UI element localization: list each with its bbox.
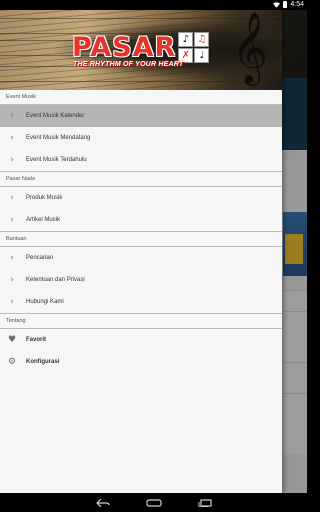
navigation-drawer: 𝄞 PASAR ♪ ♫ ✗ ♩ THE RHYTHM OF YOUR HEART… (0, 10, 282, 493)
chevron-right-icon: › (10, 155, 14, 165)
menu-item-ketentuan-dan-privasi[interactable]: › Ketentuan dan Privasi (0, 269, 282, 291)
chevron-right-icon: › (10, 133, 14, 143)
menu-item-label: Favorit (26, 337, 47, 343)
chevron-right-icon: › (10, 253, 14, 263)
menu-item-produk-musik[interactable]: › Produk Musik (0, 187, 282, 209)
music-note-icon: ♫ (194, 32, 210, 47)
heart-icon: ♥ (7, 335, 17, 345)
menu-item-label: Event Musik Terdahulu (26, 157, 87, 163)
home-icon[interactable] (145, 498, 162, 507)
drawer-banner: 𝄞 PASAR ♪ ♫ ✗ ♩ THE RHYTHM OF YOUR HEART (0, 10, 282, 90)
system-navigation-bar (0, 493, 307, 512)
menu-item-favorit[interactable]: ♥ Favorit (0, 329, 282, 351)
menu-item-label: Hubungi Kami (26, 299, 64, 305)
treble-clef-icon: 𝄞 (231, 10, 268, 83)
chevron-right-icon: › (10, 275, 14, 285)
chevron-right-icon: › (10, 111, 14, 121)
menu-item-label: Produk Musik (26, 195, 63, 201)
section-header-tentang: Tentang (0, 313, 282, 329)
menu-item-label: Ketentuan dan Privasi (26, 277, 85, 283)
logo-note-tiles: ♪ ♫ ✗ ♩ (178, 32, 210, 63)
menu-item-label: Event Musik Kalender (26, 113, 85, 119)
battery-icon (283, 1, 288, 8)
logo-tagline: THE RHYTHM OF YOUR HEART (73, 61, 184, 68)
gear-icon: ⚙ (7, 357, 17, 367)
menu-item-event-musik-terdahulu[interactable]: › Event Musik Terdahulu (0, 149, 282, 171)
back-icon[interactable] (95, 498, 110, 507)
menu-item-label: Event Musik Mendatang (26, 135, 91, 141)
logo-word: PASAR (72, 32, 177, 63)
section-header-pasar-nada: Pasar Nada (0, 171, 282, 187)
recents-icon[interactable] (198, 498, 212, 507)
menu-item-konfigurasi[interactable]: ⚙ Konfigurasi (0, 351, 282, 373)
menu-item-label: Konfigurasi (26, 359, 60, 365)
menu-item-hubungi-kami[interactable]: › Hubungi Kami (0, 291, 282, 313)
clock: 4:54 (290, 1, 304, 8)
wifi-icon (273, 1, 281, 8)
chevron-right-icon: › (10, 297, 14, 307)
music-note-icon: ♩ (194, 48, 210, 63)
app-logo: PASAR ♪ ♫ ✗ ♩ (72, 32, 210, 63)
menu-item-label: Artikel Musik (26, 217, 61, 223)
section-header-bantuan: Bantuan (0, 231, 282, 247)
music-note-icon: ♪ (178, 32, 194, 47)
menu-item-event-musik-mendatang[interactable]: › Event Musik Mendatang (0, 127, 282, 149)
menu-item-event-musik-kalender[interactable]: › Event Musik Kalender (0, 105, 282, 127)
section-header-event-musik: Event Musik (0, 90, 282, 105)
menu-item-artikel-musik[interactable]: › Artikel Musik (0, 209, 282, 231)
chevron-right-icon: › (10, 193, 14, 203)
menu-item-pencarian[interactable]: › Pencarian (0, 247, 282, 269)
chevron-right-icon: › (10, 215, 14, 225)
menu-item-label: Pencarian (26, 255, 54, 261)
status-bar: 4:54 (0, 0, 307, 10)
